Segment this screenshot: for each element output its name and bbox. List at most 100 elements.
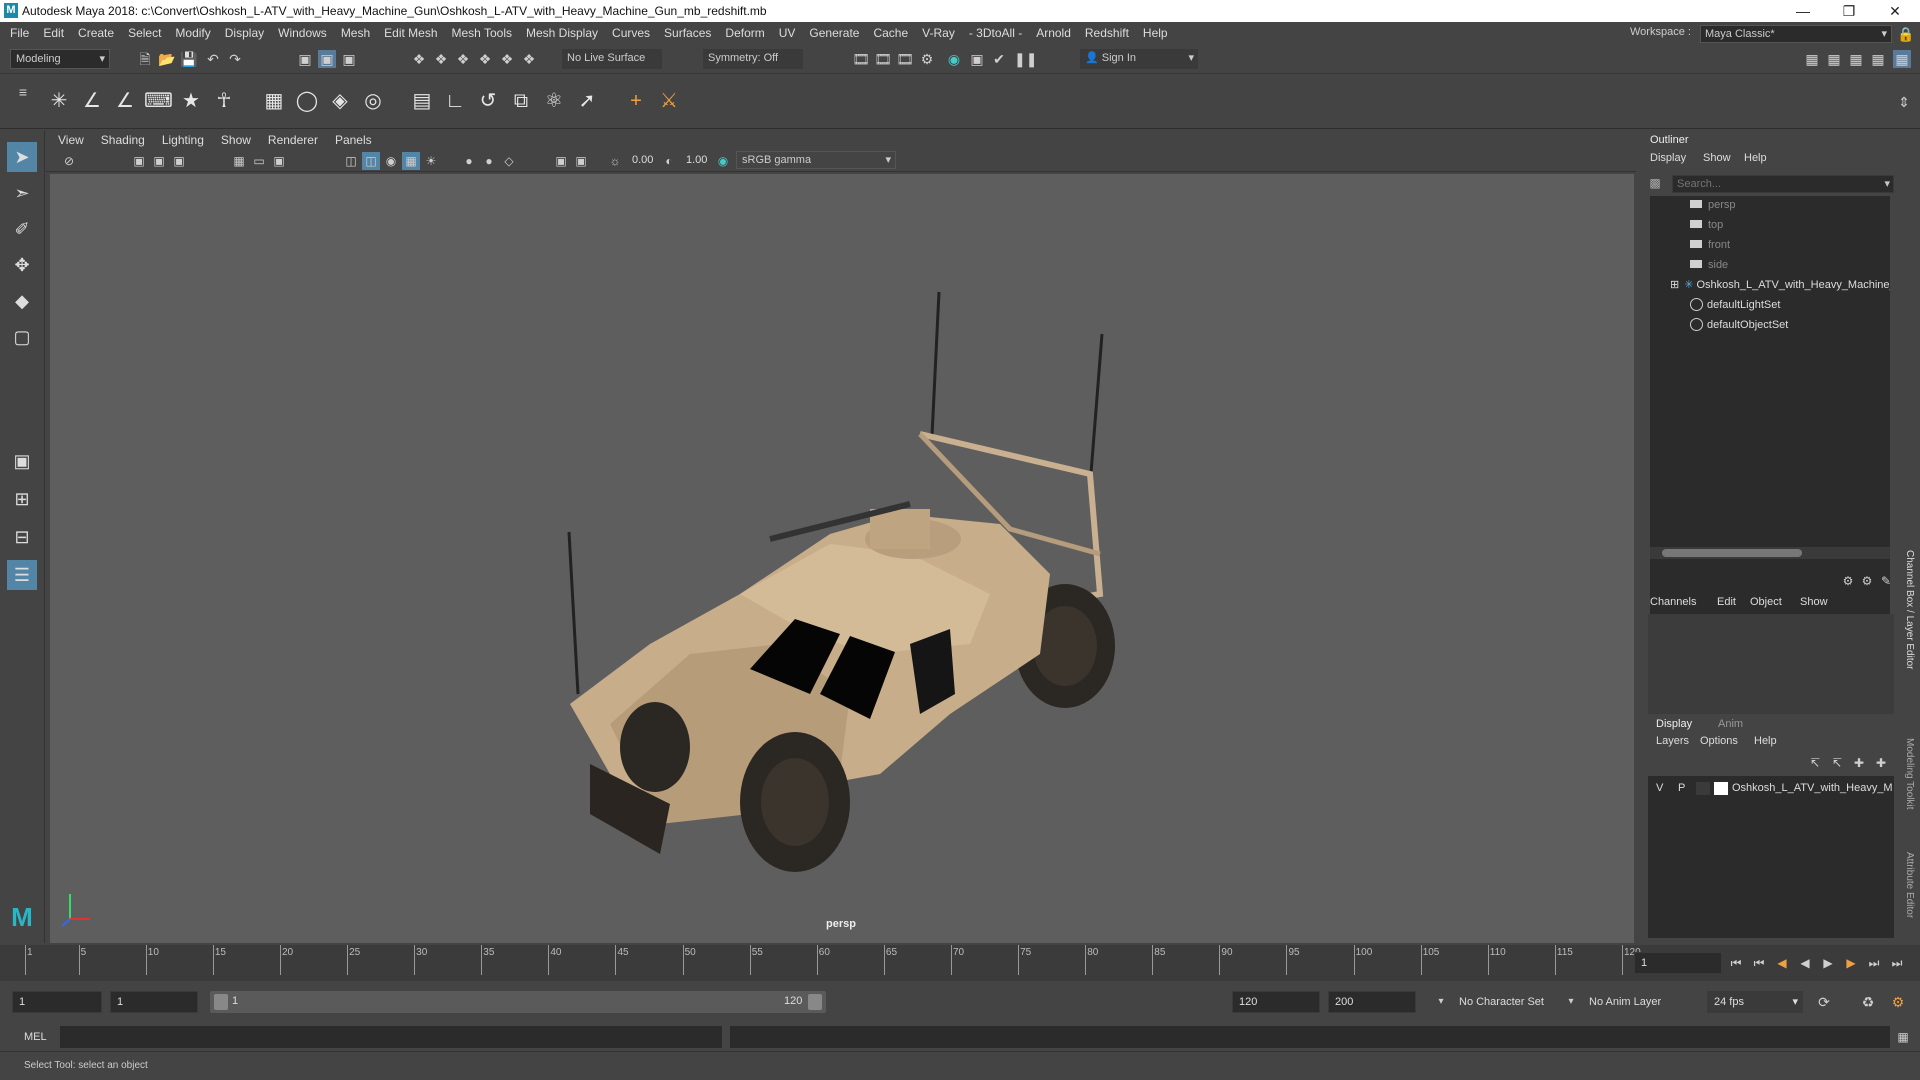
- panel-menu-shading[interactable]: Shading: [101, 133, 145, 147]
- menu-cache[interactable]: Cache: [866, 26, 915, 40]
- hypershade-icon[interactable]: ◉: [945, 50, 963, 68]
- menu-edit[interactable]: Edit: [36, 26, 71, 40]
- symmetry-field[interactable]: Symmetry: Off: [703, 49, 803, 69]
- live-surface-field[interactable]: No Live Surface: [562, 49, 662, 69]
- layer-type-toggle[interactable]: [1696, 782, 1710, 795]
- outliner-search-input[interactable]: [1673, 176, 1863, 192]
- cluster-icon[interactable]: ◯: [293, 87, 321, 115]
- render-view-icon[interactable]: 🎞: [852, 50, 870, 68]
- outliner-menu-show[interactable]: Show: [1703, 152, 1731, 164]
- move-layer-down-icon[interactable]: ↸: [1828, 754, 1846, 772]
- wrap-icon[interactable]: ◈: [326, 87, 354, 115]
- range-start-handle[interactable]: [214, 994, 228, 1010]
- select-hierarchy-icon[interactable]: ▣: [296, 50, 314, 68]
- point-constraint-icon[interactable]: ∟: [441, 87, 469, 115]
- outliner-layout-icon[interactable]: ☰: [7, 560, 37, 590]
- list-item[interactable]: persp: [1690, 196, 1920, 214]
- pause-icon[interactable]: ❚❚: [1014, 50, 1037, 68]
- locator-icon[interactable]: +: [622, 87, 650, 115]
- menu-deform[interactable]: Deform: [718, 26, 771, 40]
- loop-icon[interactable]: ⟳: [1815, 993, 1833, 1011]
- scale-tool-icon[interactable]: ▢: [7, 322, 37, 352]
- bind-skin-icon[interactable]: ⌨: [144, 87, 173, 115]
- menu-surfaces[interactable]: Surfaces: [657, 26, 718, 40]
- side-tab-modeling-toolkit[interactable]: Modeling Toolkit: [1904, 738, 1915, 810]
- layers-menu-help[interactable]: Help: [1754, 735, 1777, 747]
- resolution-gate-icon[interactable]: ▣: [270, 152, 288, 170]
- attribute-editor-toggle-icon[interactable]: ▦: [1847, 50, 1865, 68]
- ambient-occlusion-icon[interactable]: ●: [480, 152, 498, 170]
- motion-blur-icon[interactable]: ◇: [500, 152, 518, 170]
- film-gate-icon[interactable]: ▭: [250, 152, 268, 170]
- menu-arnold[interactable]: Arnold: [1029, 26, 1078, 40]
- redo-icon[interactable]: ↷: [226, 50, 244, 68]
- new-layer-selected-icon[interactable]: ✚: [1872, 754, 1890, 772]
- list-item[interactable]: defaultObjectSet: [1690, 316, 1920, 334]
- two-view-layout-icon[interactable]: ⊟: [7, 522, 37, 552]
- list-item[interactable]: front: [1690, 236, 1920, 254]
- gamma-icon[interactable]: ◐: [660, 152, 678, 170]
- end-time-field[interactable]: 200: [1328, 991, 1416, 1013]
- side-tab-attribute-editor[interactable]: Attribute Editor: [1904, 852, 1915, 918]
- image-plane-icon[interactable]: ▣: [170, 152, 188, 170]
- textured-icon[interactable]: ◉: [382, 152, 400, 170]
- redshift-ipr-icon[interactable]: ✔: [990, 50, 1008, 68]
- workspace-select[interactable]: Maya Classic* ▾: [1700, 25, 1892, 43]
- layer-tab-anim[interactable]: Anim: [1718, 718, 1743, 730]
- time-slider[interactable]: 1 5 10 15 20 25 30 35 40 45 50 55 60 65 70 75 80 85 90 95 10…: [0, 945, 1920, 981]
- wireframe-icon[interactable]: ◫: [342, 152, 360, 170]
- lattice-icon[interactable]: ▦: [260, 87, 288, 115]
- shelf-scroll-icon[interactable]: ⇕: [1895, 93, 1913, 111]
- orient-constraint-icon[interactable]: ↺: [474, 87, 502, 115]
- new-empty-layer-icon[interactable]: ✚: [1850, 754, 1868, 772]
- channel-box-toggle-icon[interactable]: ▦: [1893, 50, 1911, 68]
- four-view-layout-icon[interactable]: ⊞: [7, 484, 37, 514]
- panel-menu-lighting[interactable]: Lighting: [162, 133, 204, 147]
- list-item[interactable]: defaultLightSet: [1690, 296, 1920, 314]
- new-scene-icon[interactable]: 🗎: [136, 50, 154, 68]
- pole-vector-icon[interactable]: ➚: [573, 87, 601, 115]
- layer-row[interactable]: V P Oshkosh_L_ATV_with_Heavy_M: [1648, 780, 1894, 798]
- outliner-search-field[interactable]: ▾: [1672, 175, 1894, 193]
- character-set-arrow-icon[interactable]: ▾: [1432, 993, 1450, 1011]
- channels-menu-channels[interactable]: Channels: [1650, 596, 1696, 608]
- play-backward-icon[interactable]: ◀: [1796, 954, 1814, 972]
- outliner-menu-display[interactable]: Display: [1650, 152, 1686, 164]
- go-to-start-icon[interactable]: ⏮: [1727, 954, 1745, 972]
- camera-attributes-icon[interactable]: ▣: [130, 152, 148, 170]
- current-frame-field[interactable]: 1: [1634, 952, 1722, 974]
- select-component-icon[interactable]: ▣: [340, 50, 358, 68]
- layer-tab-display[interactable]: Display: [1656, 718, 1692, 730]
- side-tab-channel-box[interactable]: Channel Box / Layer Editor: [1904, 550, 1915, 670]
- aim-constraint-icon[interactable]: ⚛: [540, 87, 568, 115]
- auto-key-icon[interactable]: ♻: [1859, 993, 1877, 1011]
- snap-surface-icon[interactable]: ❖: [498, 50, 516, 68]
- animation-preferences-icon[interactable]: ⚙: [1889, 993, 1907, 1011]
- smooth-shade-icon[interactable]: ◫: [362, 152, 380, 170]
- menu-mesh-tools[interactable]: Mesh Tools: [445, 26, 519, 40]
- undo-icon[interactable]: ↶: [204, 50, 222, 68]
- outliner-horizontal-scrollbar[interactable]: [1650, 547, 1890, 559]
- menuset-select[interactable]: Modeling ▾: [10, 49, 110, 69]
- channel-box-icon-1[interactable]: ⚙: [1839, 572, 1857, 590]
- single-perspective-layout-icon[interactable]: ▣: [7, 446, 37, 476]
- exposure-value[interactable]: 0.00: [632, 154, 653, 166]
- modeling-toolkit-toggle-icon[interactable]: ▦: [1803, 50, 1821, 68]
- menu-modify[interactable]: Modify: [168, 26, 217, 40]
- fps-select[interactable]: 24 fps ▾: [1707, 991, 1803, 1013]
- lasso-tool-icon[interactable]: ➣: [7, 178, 37, 208]
- menu-3dtoall[interactable]: - 3DtoAll -: [962, 26, 1029, 40]
- joint-tool-icon[interactable]: ✳: [45, 87, 73, 115]
- wireframe-on-shaded-icon[interactable]: ▦: [402, 152, 420, 170]
- render-frame-icon[interactable]: 🎞: [874, 50, 892, 68]
- layer-playback-toggle[interactable]: P: [1678, 782, 1685, 794]
- maximize-button[interactable]: ❐: [1826, 0, 1872, 22]
- character-set-select[interactable]: No Character Set: [1459, 996, 1544, 1008]
- step-back-key-icon[interactable]: ⏮: [1750, 954, 1768, 972]
- menu-mesh-display[interactable]: Mesh Display: [519, 26, 605, 40]
- script-editor-icon[interactable]: ▦: [1894, 1028, 1912, 1046]
- save-scene-icon[interactable]: 💾: [180, 50, 198, 68]
- select-tool-icon[interactable]: ➤: [7, 142, 37, 172]
- lock-icon[interactable]: 🔒: [1897, 25, 1915, 43]
- humanik-icon[interactable]: ★: [177, 87, 205, 115]
